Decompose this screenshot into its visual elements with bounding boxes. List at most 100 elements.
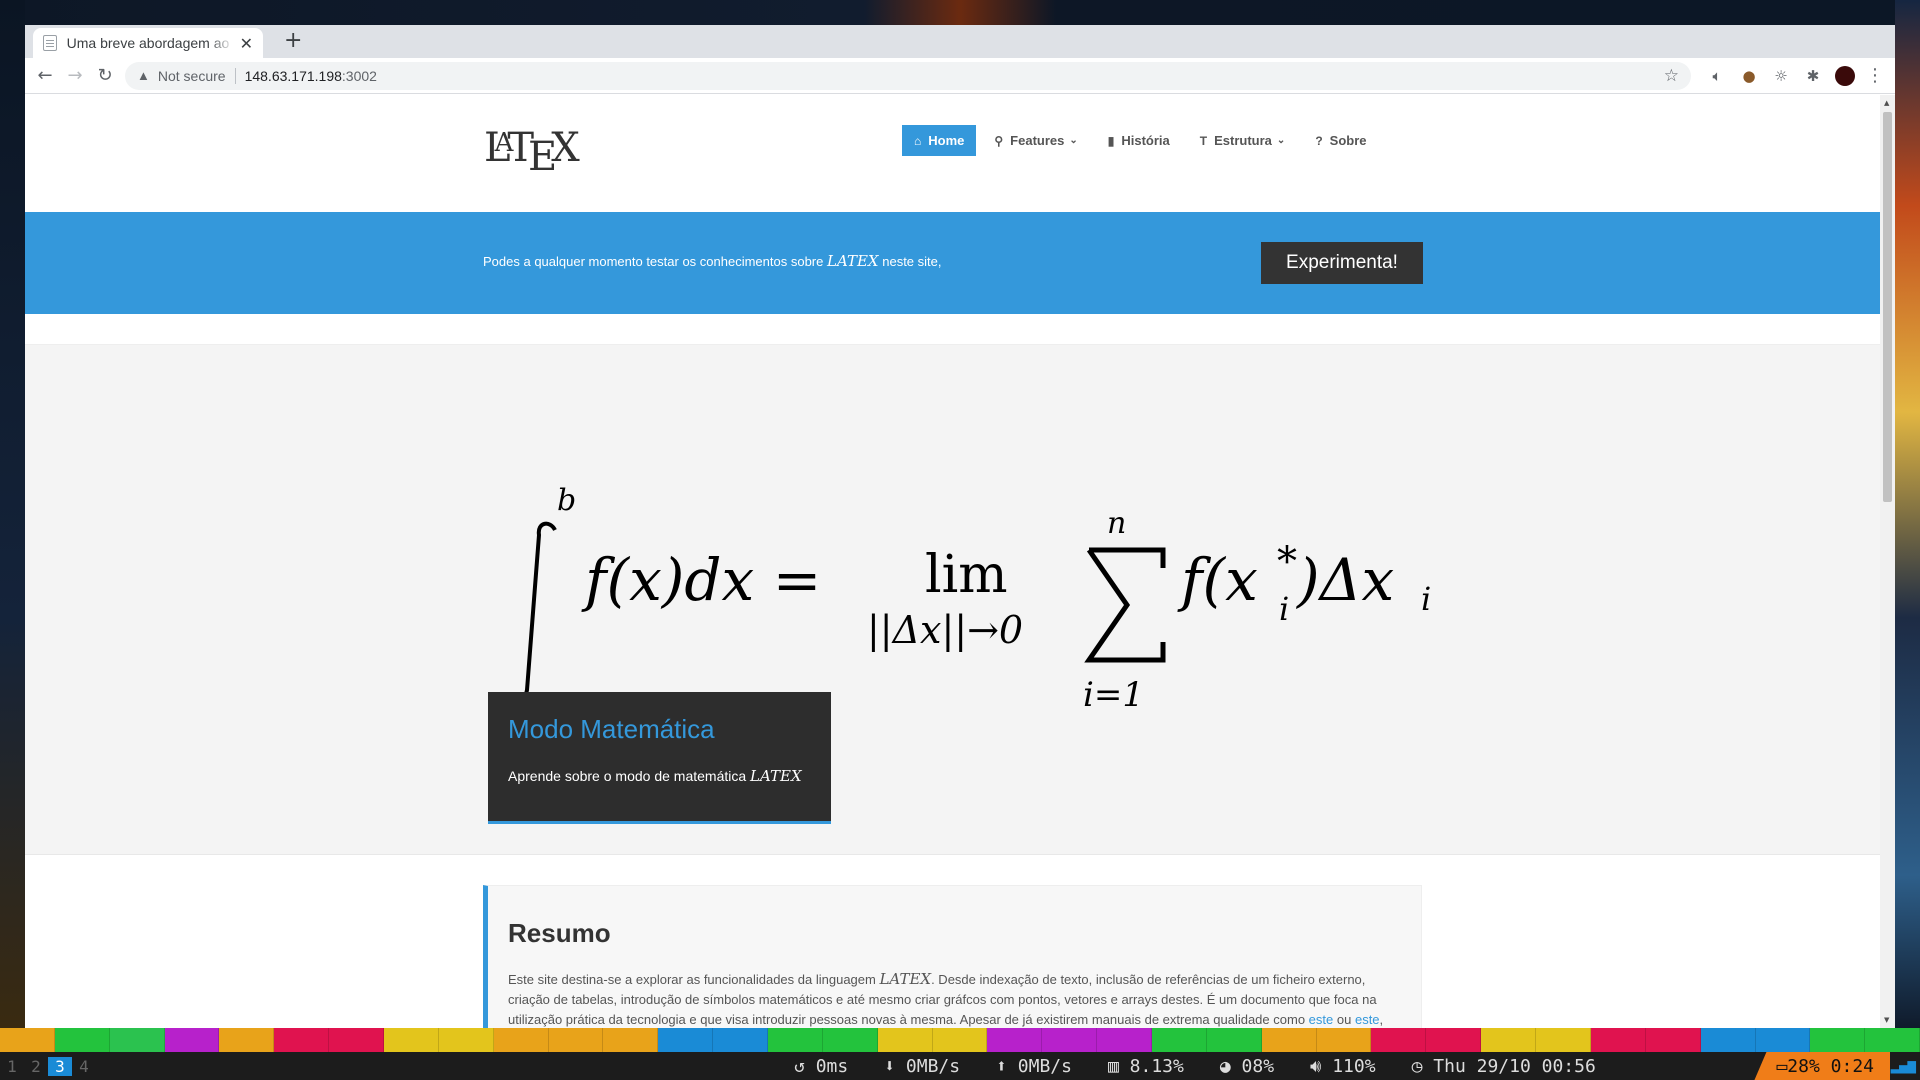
color-strip-segment [329,1028,385,1052]
volume-icon: 🔊︎ [1310,1055,1333,1077]
color-strip-segment [219,1028,275,1052]
color-strip-segment [1645,1028,1701,1052]
limit-operator: lim [925,545,1008,605]
slide-caption[interactable]: Modo Matemática Aprende sobre o modo de … [488,692,831,824]
tab-strip: Uma breve abordagem ao LaTeX ✕ + [25,25,1895,58]
summand-end-text: )Δx [1295,546,1394,614]
color-strip-segment [164,1028,220,1052]
workspace-3[interactable]: 3 [48,1056,72,1076]
integral-sign [515,521,557,702]
banner-text: Podes a qualquer momento testar os conhe… [483,252,942,270]
color-strip-segment [384,1028,439,1052]
color-strip-segment [1865,1028,1920,1052]
nav-home-label: Home [928,133,965,148]
color-strip-segment [987,1028,1043,1052]
cpu-status: ▥ 8.13% [1108,1056,1184,1077]
latex-inline-logo: LATEX [827,252,879,270]
battery-value: 28% 0:24 [1787,1055,1874,1077]
page-scrollbar[interactable]: ▲ ▼ [1880,95,1895,1028]
brightness-extension-icon[interactable]: ☼ [1765,62,1797,90]
download-value: 0MB/s [905,1055,961,1077]
manual-link-1[interactable]: este [1309,1012,1334,1027]
latex-inline-logo: LATEX [879,970,932,988]
color-strip-segment [1755,1028,1811,1052]
hero-slider: b f(x)dx = lim ||Δx||→0 n i=1 f(x * i )Δ… [25,345,1880,855]
experimenta-button[interactable]: Experimenta! [1261,242,1423,284]
browser-tab[interactable]: Uma breve abordagem ao LaTeX ✕ [33,28,263,58]
search-icon: ⚲ [994,133,1004,148]
nav-historia-label: História [1121,133,1170,148]
disk-value: 08% [1241,1055,1275,1077]
bookmark-star-icon[interactable]: ☆ [1664,66,1679,86]
clock-icon: ◷ [1411,1055,1434,1077]
ping-value: 0ms [815,1055,849,1077]
document-icon [43,35,57,51]
color-strip-segment [1152,1028,1207,1052]
upload-status: ⬆ 0MB/s [996,1056,1072,1077]
profile-avatar[interactable] [1829,62,1861,90]
scroll-up-icon[interactable]: ▲ [1884,99,1889,107]
volume-value: 110% [1332,1055,1376,1077]
nav-features[interactable]: ⚲ Features ⌄ [982,125,1089,156]
scroll-thumb[interactable] [1883,112,1892,502]
signal-bars-icon: ▂▄▆ [1890,1058,1916,1074]
color-strip-segment [1810,1028,1866,1052]
color-strip-segment [1316,1028,1372,1052]
reload-icon[interactable]: ↻ [91,62,119,90]
color-strip-segment [0,1028,55,1052]
avatar [1835,65,1855,86]
integrand-text: f(x)dx = [581,546,821,614]
speaker-icon[interactable]: 🔈︎ [1701,62,1733,90]
nav-estrutura[interactable]: T Estrutura ⌄ [1188,125,1298,156]
back-arrow-icon[interactable]: ← [31,62,59,90]
color-strip-segment [1536,1028,1591,1052]
kebab-menu-icon[interactable]: ⋮ [1861,65,1889,86]
address-bar[interactable]: ▲ Not secure 148.63.171.198 :3002 ☆ [125,61,1691,90]
nav-sobre[interactable]: ? Sobre [1303,125,1378,156]
resumo-text: Este site destina-se a explorar as funci… [508,969,1401,1028]
new-tab-icon[interactable]: + [284,28,302,53]
not-secure-label: Not secure [157,67,226,84]
cpu-value: 8.13% [1129,1055,1184,1077]
workspace-1[interactable]: 1 [0,1057,24,1076]
color-strip-segment [1206,1028,1262,1052]
nav-features-label: Features [1010,133,1065,148]
nav-sobre-label: Sobre [1329,133,1367,148]
workspace-2[interactable]: 2 [24,1057,48,1076]
color-strip-segment [1261,1028,1317,1052]
clock: ◷ Thu 29/10 00:56 [1412,1056,1596,1077]
ping-status: ↺ 0ms [794,1056,848,1077]
section-divider [25,314,1880,345]
workspace-4[interactable]: 4 [72,1057,96,1076]
caption-title[interactable]: Modo Matemática [508,714,811,745]
download-arrow-icon: ⬇ [884,1055,906,1077]
browser-window: Uma breve abordagem ao LaTeX ✕ + ← → ↻ ▲… [25,25,1895,1028]
sum-upper-bound: n [1107,506,1126,541]
call-to-action-banner: Podes a qualquer momento testar os conhe… [25,212,1880,314]
color-strip-segment [1042,1028,1098,1052]
warning-icon[interactable]: ▲ [137,68,150,83]
latex-logo[interactable]: LATEX [484,125,580,180]
logo-letter-x: X [551,125,580,171]
puzzle-extensions-icon[interactable]: ✱ [1797,62,1829,90]
banner-text-before: Podes a qualquer momento testar os conhe… [483,254,824,269]
refresh-icon: ↺ [794,1055,816,1077]
cookie-extension-icon[interactable]: ● [1733,62,1765,90]
book-icon: ▮ [1107,133,1115,148]
scroll-down-icon[interactable]: ▼ [1884,1016,1889,1024]
page-viewport: LATEX ⌂ Home ⚲ Features ⌄ ▮ História T Estrut… [25,95,1880,1028]
color-strip-segment [54,1028,110,1052]
text-height-icon: T [1199,133,1208,148]
nav-home[interactable]: ⌂ Home [902,125,977,156]
riemann-integral-formula: b f(x)dx = lim ||Δx||→0 n i=1 f(x * i )Δ… [515,483,1431,710]
color-strip-segment [1590,1028,1646,1052]
close-tab-icon[interactable]: ✕ [240,34,253,53]
manual-link-2[interactable]: este [1355,1012,1380,1027]
upload-arrow-icon: ⬆ [996,1055,1018,1077]
nav-historia[interactable]: ▮ História [1096,125,1182,156]
color-strip-segment [603,1028,659,1052]
system-status-bar: 1 2 3 4 ↺ 0ms ⬇ 0MB/s ⬆ 0MB/s ▥ 8.13% ◕ … [0,1052,1920,1080]
forward-arrow-icon[interactable]: → [61,62,89,90]
integral-upper-bound: b [557,483,576,518]
resumo-section: Resumo Este site destina-se a explorar a… [483,885,1422,1028]
